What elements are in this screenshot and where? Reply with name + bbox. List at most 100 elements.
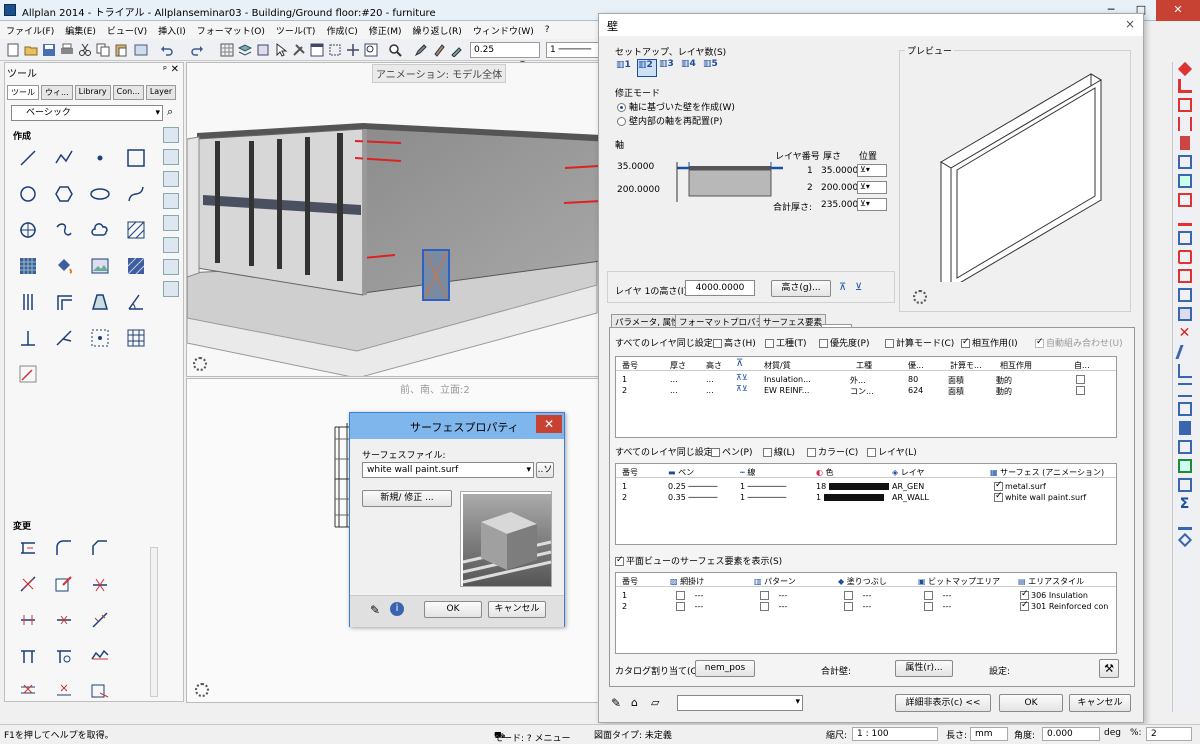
tab-connect[interactable]: Con... xyxy=(112,85,144,100)
menu-window[interactable]: ウィンドウ(W) xyxy=(473,24,534,37)
bitmap-area-icon[interactable] xyxy=(89,255,111,277)
image-icon[interactable] xyxy=(134,43,148,57)
t1-r2-thickness[interactable]: ... xyxy=(670,386,678,395)
blue-diamond-icon[interactable] xyxy=(1177,532,1192,548)
t1-r1-priority[interactable]: 80 xyxy=(908,375,918,384)
delete-between-icon[interactable] xyxy=(53,609,75,631)
wall-cancel-button[interactable]: キャンセル xyxy=(1069,694,1131,712)
pen-tool-icon[interactable] xyxy=(414,43,428,57)
t3-r2-pattern[interactable]: --- xyxy=(760,602,787,611)
polyline-tool-icon[interactable] xyxy=(53,147,75,169)
check-height[interactable]: 高さ(H) xyxy=(713,336,756,349)
line-type-select[interactable]: 1 ────── xyxy=(546,42,600,58)
check-line[interactable]: 線(L) xyxy=(763,445,795,458)
split-element-icon[interactable] xyxy=(89,573,111,595)
redo-icon[interactable] xyxy=(190,43,204,57)
blue-corner-icon[interactable] xyxy=(1177,364,1192,378)
blue-panel-icon[interactable] xyxy=(1177,478,1192,492)
t3-r2-hatching[interactable]: --- xyxy=(676,602,703,611)
t1-r1-interaction[interactable]: 動的 xyxy=(996,375,1012,386)
blue-rect-icon[interactable] xyxy=(1177,440,1192,454)
tools-icon[interactable] xyxy=(292,43,306,57)
total-position-select[interactable]: ⊻▾ xyxy=(857,198,887,211)
check-pen[interactable]: ペン(P) xyxy=(711,445,752,458)
check-layer[interactable]: レイヤ(L) xyxy=(867,445,917,458)
pan-icon[interactable] xyxy=(346,43,360,57)
diagonal-modify-icon[interactable] xyxy=(89,609,111,631)
modify-line-icon[interactable] xyxy=(17,537,39,559)
blue-square-icon[interactable] xyxy=(1177,288,1192,302)
coordinate-icon[interactable] xyxy=(17,363,39,385)
open-favorite-icon[interactable]: ⌂ xyxy=(631,696,638,709)
blue-box-icon[interactable] xyxy=(1177,155,1192,169)
check-interaction[interactable]: 相互作用(I) xyxy=(961,336,1018,349)
line-tool-icon[interactable] xyxy=(17,147,39,169)
polygon-tool-icon[interactable] xyxy=(53,183,75,205)
layer-count-5-button[interactable]: ▥5 xyxy=(703,59,723,77)
cloud-shape-icon[interactable] xyxy=(89,219,111,241)
edit-tool-icon[interactable] xyxy=(163,237,179,253)
trapezoid-icon[interactable] xyxy=(89,291,111,313)
bottom-align-icon[interactable]: ⊻ xyxy=(855,282,862,293)
palette-close-icon[interactable]: ✕ xyxy=(171,64,179,75)
menu-edit[interactable]: 編集(E) xyxy=(65,24,96,37)
rectangle-tool-icon[interactable] xyxy=(125,147,147,169)
check-auto-combine[interactable]: 自動組み合わせ(U) xyxy=(1035,336,1123,349)
t1-r1-thickness[interactable]: ... xyxy=(670,375,678,384)
info-icon[interactable]: i xyxy=(390,602,404,616)
blue-pen-icon[interactable] xyxy=(1174,345,1195,359)
settings-tools-icon[interactable]: ⚒ xyxy=(1099,659,1119,678)
circle-tool-icon[interactable] xyxy=(17,183,39,205)
parallel-lines-icon[interactable] xyxy=(17,291,39,313)
point-grid-icon[interactable] xyxy=(89,327,111,349)
angle-icon[interactable] xyxy=(125,291,147,313)
height-button[interactable]: 高さ(g)... xyxy=(771,280,831,297)
plane-icon[interactable] xyxy=(256,43,270,57)
menu-repeat[interactable]: 繰り返し(R) xyxy=(413,24,462,37)
image-tool-icon[interactable] xyxy=(163,259,179,275)
t2-r2-pen[interactable]: 0.35 ────── xyxy=(668,493,717,502)
pattern-icon[interactable] xyxy=(17,255,39,277)
t3-r2-fill[interactable]: --- xyxy=(844,602,871,611)
surface-ok-button[interactable]: OK xyxy=(424,601,482,618)
new-document-icon[interactable] xyxy=(6,43,20,57)
red-square-icon[interactable] xyxy=(1177,269,1192,283)
menu-modify[interactable]: 修正(M) xyxy=(369,24,402,37)
pin-icon[interactable]: ᵖ xyxy=(163,65,167,75)
viewport-3d[interactable] xyxy=(186,62,600,377)
crosshair-circle-icon[interactable] xyxy=(17,219,39,241)
t1-r2-height[interactable]: ... xyxy=(706,386,714,395)
top-align-icon[interactable]: ⊼ xyxy=(839,282,846,293)
menu-create[interactable]: 作成(C) xyxy=(326,24,357,37)
cut-icon[interactable] xyxy=(78,43,92,57)
text-a-icon[interactable] xyxy=(163,171,179,187)
mode-option-reposition[interactable]: 壁内部の軸を再配置(P) xyxy=(617,114,722,127)
t2-r2-color[interactable]: 1 xyxy=(816,493,884,502)
tab-tools[interactable]: ツール xyxy=(7,85,39,100)
palette-scrollbar[interactable] xyxy=(150,547,158,697)
style-area-icon[interactable] xyxy=(125,255,147,277)
t3-r1-pattern[interactable]: --- xyxy=(760,591,787,600)
t2-r2-line[interactable]: 1 ──────── xyxy=(740,493,786,502)
menu-help[interactable]: ? xyxy=(545,25,550,35)
t1-r1-align-icon[interactable]: ⊼⊻ xyxy=(736,373,748,382)
wave-icon[interactable] xyxy=(89,645,111,667)
green-grid-icon[interactable] xyxy=(1177,459,1192,473)
t3-r1-area-style[interactable]: 306 Insulation xyxy=(1020,589,1088,600)
check-trade[interactable]: 工種(T) xyxy=(765,336,807,349)
sum-icon[interactable]: Σ xyxy=(1178,497,1192,511)
t3-r1-hatching[interactable]: --- xyxy=(676,591,703,600)
matrix-icon[interactable] xyxy=(125,327,147,349)
favorite-select[interactable]: ▾ xyxy=(677,695,803,711)
join-icon[interactable] xyxy=(17,645,39,667)
t2-r1-pen[interactable]: 0.25 ────── xyxy=(668,482,717,491)
trim-icon[interactable] xyxy=(53,645,75,667)
ellipse-tool-icon[interactable] xyxy=(89,183,111,205)
perpendicular-icon[interactable] xyxy=(17,327,39,349)
menu-insert[interactable]: 挿入(I) xyxy=(158,24,186,37)
mode-option-create[interactable]: 軸に基づいた壁を作成(W) xyxy=(617,100,735,113)
t1-r2-auto[interactable] xyxy=(1076,386,1087,395)
menu-format[interactable]: フォーマット(O) xyxy=(197,24,265,37)
t1-r2-trade[interactable]: コン... xyxy=(850,386,874,397)
percent-field[interactable]: 2 xyxy=(1146,727,1192,741)
